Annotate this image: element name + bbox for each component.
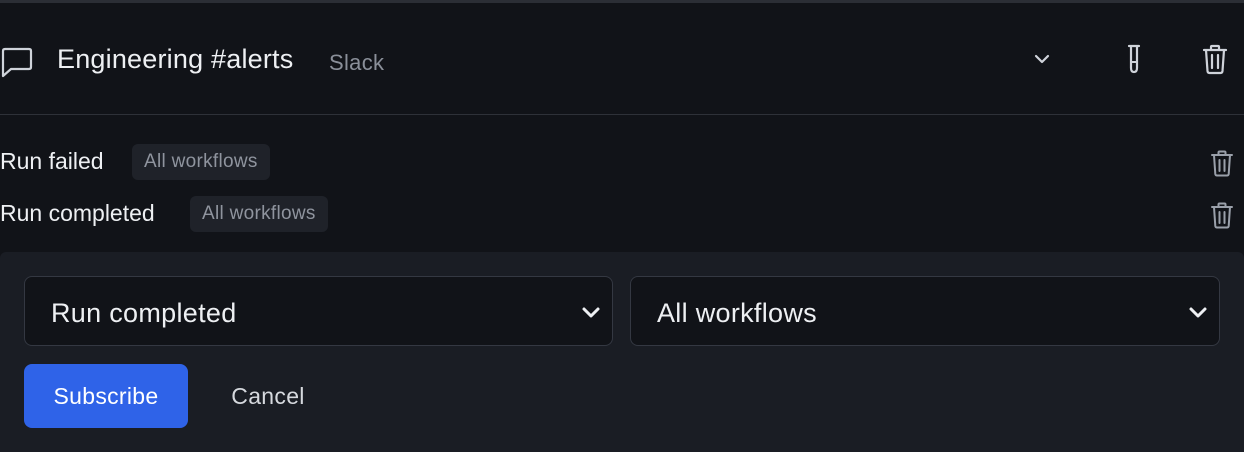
workflow-select-value: All workflows	[657, 298, 817, 328]
subscription-scope-badge: All workflows	[132, 144, 270, 180]
add-subscription-form: Run completed All workflows Subscribe Ca…	[0, 252, 1244, 452]
test-channel-button[interactable]	[1118, 41, 1150, 77]
chevron-down-icon	[582, 307, 600, 318]
trash-icon	[1211, 202, 1233, 229]
channel-header: Engineering #alerts Slack	[0, 3, 1244, 115]
event-select-value: Run completed	[51, 298, 237, 328]
subscribe-button[interactable]: Subscribe	[24, 364, 188, 428]
chat-bubble-icon	[0, 46, 34, 78]
delete-subscription-button[interactable]	[1208, 200, 1236, 230]
subscription-row: Run completed All workflows	[0, 194, 1244, 234]
workflow-select[interactable]: All workflows	[630, 276, 1220, 346]
channel-name: Engineering #alerts	[57, 44, 294, 74]
event-select[interactable]: Run completed	[24, 276, 613, 346]
trash-icon	[1202, 44, 1228, 75]
subscription-scope-badge: All workflows	[190, 196, 328, 232]
cancel-button[interactable]: Cancel	[218, 364, 318, 428]
delete-channel-button[interactable]	[1198, 41, 1232, 77]
delete-subscription-button[interactable]	[1208, 148, 1236, 178]
subscription-event: Run completed	[0, 200, 155, 226]
trash-icon	[1211, 150, 1233, 177]
expand-channel-button[interactable]	[1026, 43, 1058, 75]
chevron-down-icon	[1034, 54, 1050, 64]
subscription-event: Run failed	[0, 148, 104, 174]
test-tube-icon	[1127, 44, 1141, 74]
subscription-row: Run failed All workflows	[0, 142, 1244, 182]
channel-type-label: Slack	[329, 50, 385, 75]
chevron-down-icon	[1189, 307, 1207, 318]
